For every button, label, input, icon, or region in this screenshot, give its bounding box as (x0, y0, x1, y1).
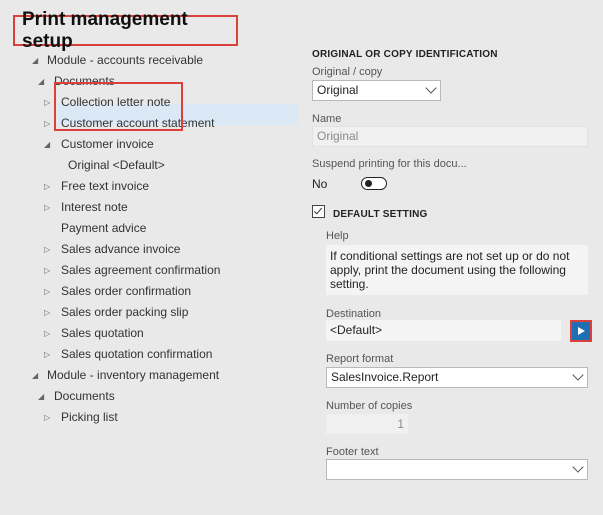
tree-item-label: Sales order packing slip (61, 305, 189, 319)
original-copy-value: Original (317, 83, 359, 97)
report-format-label: Report format (326, 353, 394, 365)
chevron-down-icon (425, 82, 437, 94)
help-text: If conditional settings are not set up o… (326, 245, 588, 295)
section-title-identification: ORIGINAL OR COPY IDENTIFICATION (312, 49, 498, 60)
tree-item-label: Documents (54, 389, 115, 403)
page-title: Print management setup (13, 9, 238, 52)
expand-arrow-icon[interactable]: ▷ (44, 281, 50, 302)
tree-item-label: Sales advance invoice (61, 242, 181, 256)
expand-arrow-icon[interactable]: ▷ (44, 197, 50, 218)
footer-text-label: Footer text (326, 446, 379, 458)
expand-arrow-icon[interactable]: ▷ (44, 113, 50, 134)
chevron-down-icon (572, 369, 584, 381)
page-title-text: Print management setup (22, 8, 188, 52)
tree-item-label: Original <Default> (68, 158, 165, 172)
play-arrow-icon (577, 327, 585, 335)
checkmark-icon (313, 205, 323, 215)
tree-item-label: Module - inventory management (47, 368, 220, 382)
tree-item-label: Payment advice (61, 221, 147, 235)
suspend-printing-toggle[interactable] (361, 177, 387, 190)
collapse-arrow-icon[interactable]: ◢ (44, 134, 50, 155)
tree-item-label: Module - accounts receivable (47, 53, 204, 67)
tree-item-label: Sales quotation confirmation (61, 347, 213, 361)
expand-arrow-icon[interactable]: ▷ (44, 323, 50, 344)
expand-arrow-icon[interactable]: ▷ (44, 176, 50, 197)
copies-field: 1 (326, 414, 408, 434)
footer-text-select[interactable] (326, 459, 588, 480)
copies-label: Number of copies (326, 400, 413, 412)
tree-item-label: Free text invoice (61, 179, 150, 193)
chevron-down-icon (572, 461, 584, 473)
expand-arrow-icon[interactable]: ▷ (44, 92, 50, 113)
suspend-printing-label: Suspend printing for this docu... (312, 158, 467, 170)
original-copy-label: Original / copy (312, 66, 383, 78)
collapse-arrow-icon[interactable]: ◢ (32, 365, 38, 386)
tree-item-label: Sales agreement confirmation (61, 263, 221, 277)
destination-field: <Default> (326, 320, 561, 341)
default-setting-checkbox[interactable] (312, 205, 325, 218)
customer-invoice-highlight (54, 82, 183, 131)
destination-label: Destination (326, 308, 382, 320)
collapse-arrow-icon[interactable]: ◢ (38, 71, 44, 92)
copies-value: 1 (397, 417, 404, 431)
report-format-value: SalesInvoice.Report (331, 370, 439, 384)
tree-item-label: Picking list (61, 410, 118, 424)
report-format-select[interactable]: SalesInvoice.Report (326, 367, 588, 388)
help-label: Help (326, 230, 349, 242)
default-setting-title: DEFAULT SETTING (333, 209, 428, 220)
expand-arrow-icon[interactable]: ▷ (44, 407, 50, 428)
destination-lookup-button[interactable] (570, 320, 592, 342)
tree-item-label: Interest note (61, 200, 128, 214)
expand-arrow-icon[interactable]: ▷ (44, 260, 50, 281)
tree-item-label: Sales quotation (61, 326, 144, 340)
original-copy-select[interactable]: Original (312, 80, 441, 101)
name-value: Original (317, 129, 359, 143)
toggle-knob (365, 180, 372, 187)
name-label: Name (312, 113, 342, 125)
destination-value: <Default> (330, 323, 383, 337)
tree-item-label: Sales order confirmation (61, 284, 192, 298)
tree-item-label: Customer invoice (61, 137, 154, 151)
suspend-printing-value: No (312, 177, 328, 191)
collapse-arrow-icon[interactable]: ◢ (38, 386, 44, 407)
collapse-arrow-icon[interactable]: ◢ (32, 50, 38, 71)
expand-arrow-icon[interactable]: ▷ (44, 344, 50, 365)
expand-arrow-icon[interactable]: ▷ (44, 302, 50, 323)
name-field: Original (312, 126, 588, 147)
expand-arrow-icon[interactable]: ▷ (44, 239, 50, 260)
